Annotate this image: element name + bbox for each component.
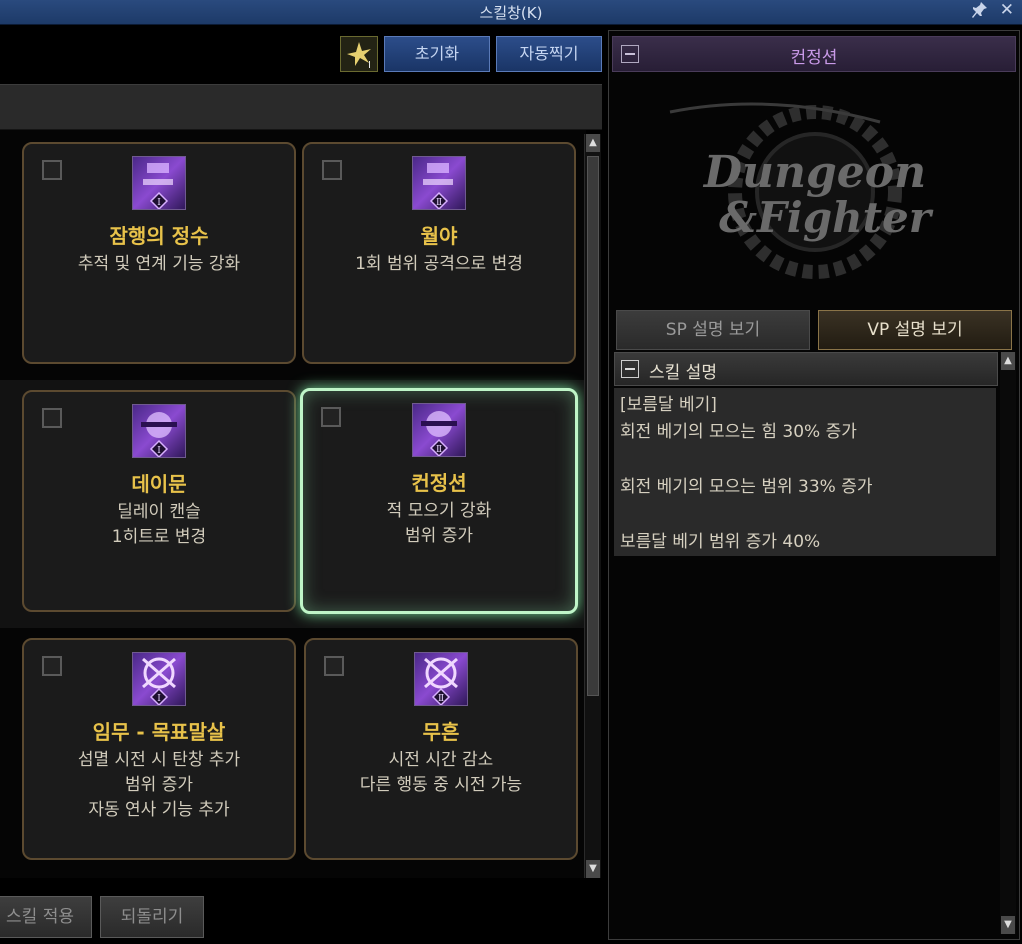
- skill-checkbox[interactable]: [322, 160, 342, 180]
- skill-icon: Ⅰ: [132, 652, 186, 706]
- skill-checkbox[interactable]: [42, 656, 62, 676]
- skill-card-selected[interactable]: Ⅱ 컨정션 적 모으기 강화 범위 증가: [300, 388, 578, 614]
- skill-name: 잠행의 정수: [109, 224, 209, 248]
- description-line: 보름달 베기 범위 증가 40%: [620, 532, 821, 552]
- star-burst-icon: I: [341, 42, 377, 75]
- auto-assign-button[interactable]: 자동찍기: [496, 36, 602, 72]
- skill-name: 월야: [420, 224, 458, 248]
- svg-text:Ⅱ: Ⅱ: [436, 445, 442, 455]
- detail-header: 컨정션: [612, 36, 1016, 72]
- skill-desc: 적 모으기 강화: [386, 501, 492, 521]
- scroll-down-arrow-icon[interactable]: ▼: [1001, 916, 1015, 934]
- skill-desc: 1히트로 변경: [111, 527, 207, 547]
- skill-desc: 추적 및 연계 기능 강화: [77, 254, 241, 274]
- skill-card[interactable]: Ⅰ 잠행의 정수 추적 및 연계 기능 강화: [22, 142, 296, 364]
- tab-vp-description[interactable]: VP 설명 보기: [818, 310, 1012, 350]
- skill-icon: Ⅱ: [412, 403, 466, 457]
- apply-skill-button[interactable]: 스킬 적용: [0, 896, 92, 938]
- skill-desc: 범위 증가: [125, 775, 193, 795]
- skill-list-header: [0, 84, 602, 130]
- skill-card[interactable]: Ⅱ 월야 1회 범위 공격으로 변경: [302, 142, 576, 364]
- skill-icon: Ⅰ: [132, 404, 186, 458]
- skill-name: 컨정션: [411, 471, 467, 495]
- skill-desc: 다른 행동 중 시전 가능: [359, 775, 523, 795]
- skill-checkbox[interactable]: [324, 656, 344, 676]
- skill-checkbox[interactable]: [42, 160, 62, 180]
- window-title: 스킬창(K): [479, 4, 543, 22]
- detail-title: 컨정션: [790, 48, 838, 68]
- reset-button[interactable]: 초기화: [384, 36, 490, 72]
- skill-desc: 딜레이 캔슬: [117, 502, 201, 522]
- description-line: 회전 베기의 모으는 힘 30% 증가: [620, 422, 857, 442]
- skill-desc: 범위 증가: [405, 526, 473, 546]
- skill-checkbox[interactable]: [321, 407, 341, 427]
- scroll-down-arrow-icon[interactable]: ▼: [586, 860, 600, 878]
- title-bar: 스킬창(K) ✕: [0, 0, 1022, 25]
- svg-text:Ⅰ: Ⅰ: [157, 198, 161, 208]
- svg-text:Ⅱ: Ⅱ: [438, 694, 444, 704]
- skill-desc: 1회 범위 공격으로 변경: [355, 254, 523, 274]
- collapse-icon[interactable]: [621, 360, 639, 378]
- skill-card[interactable]: Ⅱ 무흔 시전 시간 감소 다른 행동 중 시전 가능: [304, 638, 578, 860]
- scroll-up-arrow-icon[interactable]: ▲: [586, 134, 600, 152]
- svg-text:Dungeon: Dungeon: [702, 147, 926, 198]
- svg-text:Ⅰ: Ⅰ: [157, 694, 161, 704]
- description-line: [보름달 베기]: [620, 395, 717, 415]
- skill-description-box: [보름달 베기] 회전 베기의 모으는 힘 30% 증가 회전 베기의 모으는 …: [614, 388, 996, 556]
- skill-list-scrollbar[interactable]: ▲ ▼: [584, 134, 601, 878]
- tab-sp-description[interactable]: SP 설명 보기: [616, 310, 810, 350]
- skill-card[interactable]: Ⅰ 데이문 딜레이 캔슬 1히트로 변경: [22, 390, 296, 612]
- scroll-up-arrow-icon[interactable]: ▲: [1001, 352, 1015, 370]
- revert-button[interactable]: 되돌리기: [100, 896, 204, 938]
- skill-name: 데이문: [131, 472, 187, 496]
- skill-description-header: 스킬 설명: [614, 352, 998, 386]
- skill-name: 무흔: [422, 720, 460, 744]
- skill-icon: Ⅱ: [414, 652, 468, 706]
- skill-desc: 자동 연사 기능 추가: [88, 800, 230, 820]
- skill-icon: Ⅰ: [132, 156, 186, 210]
- skill-checkbox[interactable]: [42, 408, 62, 428]
- detail-scrollbar[interactable]: ▲ ▼: [1000, 352, 1016, 934]
- skill-name: 임무 - 목표말살: [92, 720, 226, 744]
- pin-icon[interactable]: [972, 1, 988, 23]
- description-line: 회전 베기의 모으는 범위 33% 증가: [620, 477, 873, 497]
- scroll-thumb[interactable]: [587, 156, 599, 696]
- skill-desc: 시전 시간 감소: [388, 750, 494, 770]
- svg-text:Ⅰ: Ⅰ: [157, 446, 161, 456]
- skill-desc: 섬멸 시전 시 탄창 추가: [77, 750, 241, 770]
- svg-text:I: I: [368, 60, 371, 71]
- section-title: 스킬 설명: [649, 363, 717, 383]
- dungeon-fighter-logo: Dungeon &Fighter: [650, 92, 980, 292]
- svg-text:Ⅱ: Ⅱ: [436, 198, 442, 208]
- skill-card[interactable]: Ⅰ 임무 - 목표말살 섬멸 시전 시 탄창 추가 범위 증가 자동 연사 기능…: [22, 638, 296, 860]
- close-icon[interactable]: ✕: [1000, 0, 1014, 20]
- skill-icon: Ⅱ: [412, 156, 466, 210]
- star-burst-button[interactable]: I: [340, 36, 378, 72]
- svg-text:&Fighter: &Fighter: [719, 193, 934, 242]
